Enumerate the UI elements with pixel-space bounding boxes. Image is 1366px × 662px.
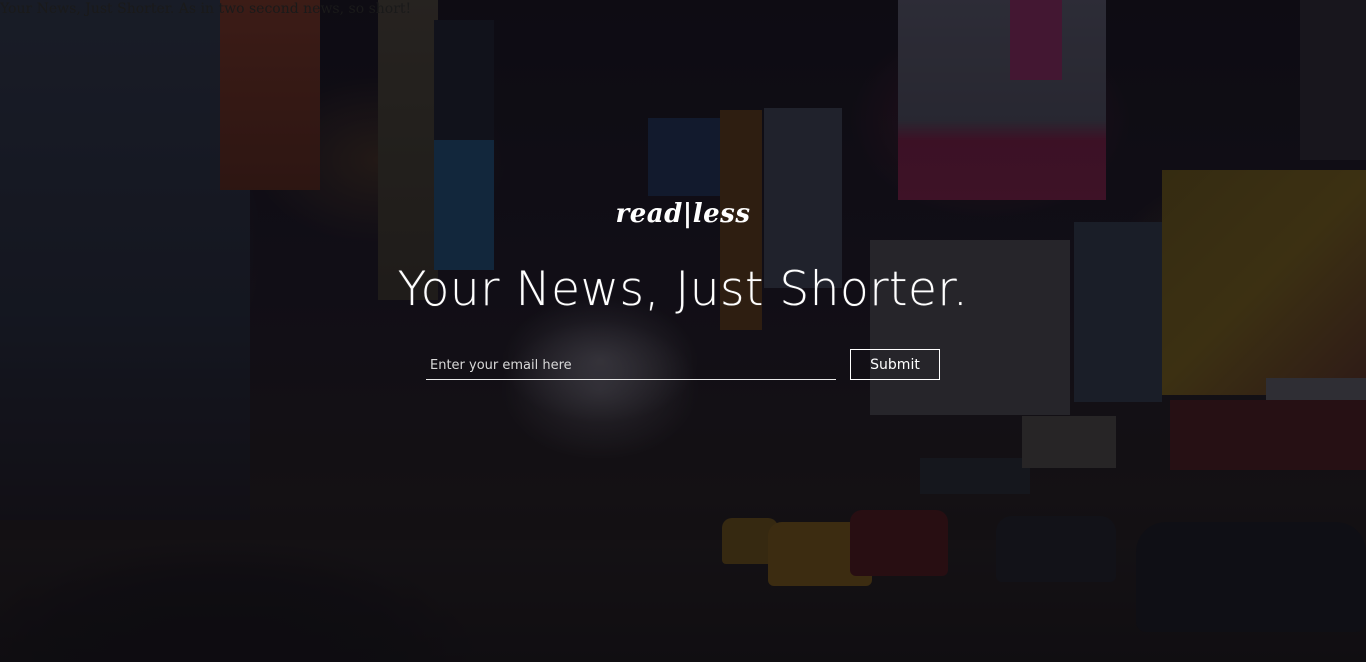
signup-form: Submit [426,348,942,384]
submit-button[interactable]: Submit [850,349,940,380]
headline: Your News, Just Shorter. [397,262,969,317]
dark-overlay [0,0,1366,662]
brand-logo: read|less [615,199,751,229]
page-top-text: Your News, Just Shorter. As in two secon… [0,1,412,17]
landing-page: Your News, Just Shorter. As in two secon… [0,0,1366,662]
email-input[interactable] [426,352,836,380]
